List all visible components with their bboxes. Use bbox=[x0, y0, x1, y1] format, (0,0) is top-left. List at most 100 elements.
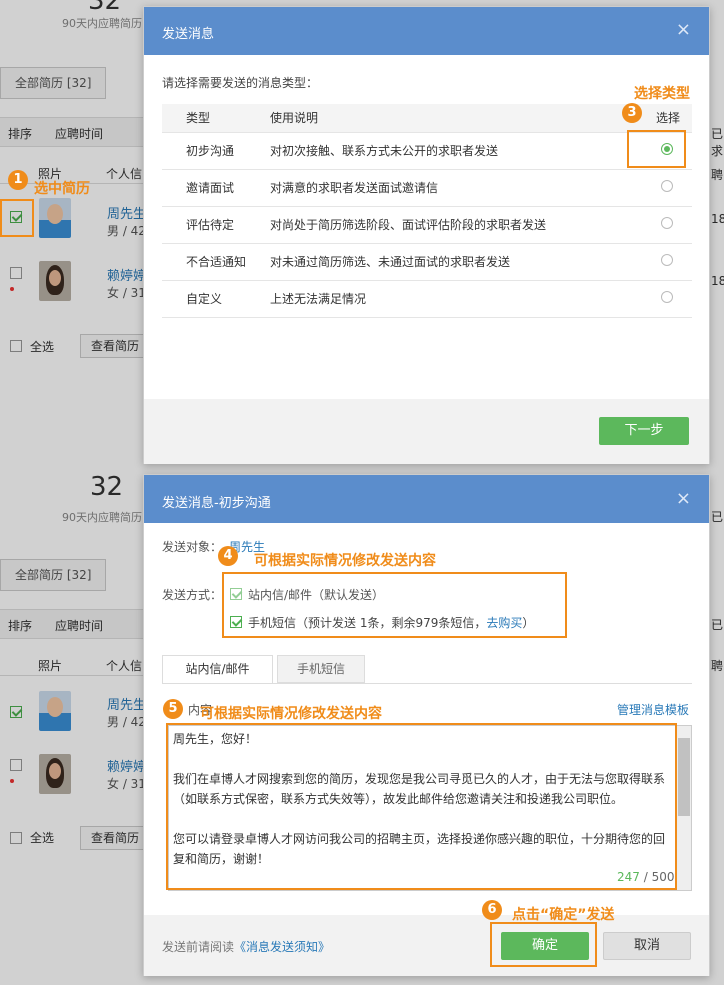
table-row[interactable]: 邀请面试 对满意的求职者发送面试邀请信 bbox=[162, 169, 692, 207]
radio-custom[interactable] bbox=[661, 291, 673, 303]
select-all-label: 全选 bbox=[30, 831, 55, 845]
close-icon[interactable]: × bbox=[676, 488, 691, 509]
avatar bbox=[39, 261, 71, 301]
table-row[interactable]: 评估待定 对尚处于简历筛选阶段、面试评估阶段的求职者发送 bbox=[162, 206, 692, 244]
tab-divider bbox=[162, 683, 692, 684]
next-step-button[interactable]: 下一步 bbox=[599, 417, 689, 445]
candidate-name[interactable]: 赖婷婷 bbox=[107, 265, 146, 284]
type-name: 邀请面试 bbox=[162, 169, 270, 207]
message-rules-link[interactable]: 《消息发送须知》 bbox=[234, 940, 330, 954]
scrollbar-thumb[interactable] bbox=[678, 738, 690, 816]
stat-value: 32 bbox=[90, 472, 124, 502]
apply-time-sort[interactable]: 应聘时间 bbox=[55, 617, 103, 634]
view-resume-button[interactable]: 查看简历 bbox=[80, 826, 151, 850]
modal-footer: 发送前请阅读《消息发送须知》 确定 取消 bbox=[144, 915, 709, 976]
right-edge-text: 18 bbox=[711, 212, 724, 226]
sort-label: 排序 bbox=[8, 619, 33, 633]
unread-dot bbox=[10, 287, 14, 291]
col-type: 类型 bbox=[162, 104, 270, 133]
stat-value: 32 bbox=[88, 0, 122, 16]
target-label: 发送对象： bbox=[162, 540, 223, 554]
right-edge-text: 聘 bbox=[711, 168, 724, 182]
resume-checkbox-1[interactable] bbox=[10, 706, 22, 718]
annotation-box-select-type bbox=[627, 130, 686, 168]
modal-footer: 下一步 bbox=[144, 399, 709, 464]
unread-dot bbox=[10, 779, 14, 783]
sort-bar: 排序 应聘时间 bbox=[0, 117, 145, 147]
table-row[interactable]: 不合适通知 对未通过简历筛选、未通过面试的求职者发送 bbox=[162, 243, 692, 281]
col-photo: 照片 bbox=[38, 659, 63, 673]
manage-templates-link[interactable]: 管理消息模板 bbox=[617, 701, 689, 718]
right-edge-text: 已求 bbox=[711, 127, 724, 158]
apply-time-sort[interactable]: 应聘时间 bbox=[55, 125, 103, 142]
modal-header: 发送消息 × bbox=[144, 7, 709, 55]
right-edge-text: 18 bbox=[711, 274, 724, 288]
radio-pending[interactable] bbox=[661, 217, 673, 229]
type-name: 初步沟通 bbox=[162, 132, 270, 170]
step-6-note: 点击“确定”发送 bbox=[512, 907, 615, 923]
col-info: 个人信 bbox=[106, 167, 143, 181]
right-edge-text: 已 bbox=[711, 618, 724, 632]
modal-title: 发送消息 bbox=[162, 27, 215, 42]
annotation-box-confirm bbox=[490, 922, 597, 967]
col-info: 个人信 bbox=[106, 659, 143, 673]
select-all-checkbox[interactable] bbox=[10, 340, 22, 352]
cancel-button[interactable]: 取消 bbox=[603, 932, 691, 960]
table-row[interactable]: 初步沟通 对初次接触、联系方式未公开的求职者发送 bbox=[162, 132, 692, 170]
candidate-meta: 男 / 42 bbox=[107, 715, 146, 729]
type-desc: 对满意的求职者发送面试邀请信 bbox=[270, 169, 630, 207]
tab-sms[interactable]: 手机短信 bbox=[277, 655, 365, 683]
select-all-checkbox[interactable] bbox=[10, 832, 22, 844]
send-message-modal: 发送消息 × 请选择需要发送的消息类型： 类型 使用说明 选择 初步沟通 对初次… bbox=[143, 6, 710, 464]
tab-all-resumes[interactable]: 全部简历 [32] bbox=[0, 67, 107, 99]
step-3-badge: 3 bbox=[622, 103, 642, 123]
footer-notice-prefix: 发送前请阅读 bbox=[162, 940, 235, 954]
avatar bbox=[39, 691, 71, 731]
type-desc: 对尚处于简历筛选阶段、面试评估阶段的求职者发送 bbox=[270, 206, 630, 244]
type-name: 自定义 bbox=[162, 280, 270, 318]
candidate-name[interactable]: 周先生 bbox=[107, 203, 146, 222]
table-header: 类型 使用说明 选择 bbox=[162, 104, 692, 133]
select-all-label: 全选 bbox=[30, 340, 55, 354]
step-5-note: 可根据实际情况修改发送内容 bbox=[200, 706, 382, 722]
candidate-meta: 男 / 42 bbox=[107, 224, 146, 238]
radio-interview-invite[interactable] bbox=[661, 180, 673, 192]
resume-checkbox-2[interactable] bbox=[10, 267, 22, 279]
step-1-badge: 1 bbox=[8, 170, 28, 190]
step-1-note: 选中简历 bbox=[34, 181, 90, 197]
type-desc: 上述无法满足情况 bbox=[270, 280, 630, 318]
method-label: 发送方式： bbox=[162, 588, 223, 602]
type-name: 不合适通知 bbox=[162, 243, 270, 281]
col-desc: 使用说明 bbox=[270, 104, 630, 133]
view-resume-button[interactable]: 查看简历 bbox=[80, 334, 151, 358]
candidate-meta: 女 / 31 bbox=[107, 286, 146, 300]
modal-title: 发送消息-初步沟通 bbox=[162, 496, 271, 511]
tab-all-resumes[interactable]: 全部简历 [32] bbox=[0, 559, 107, 591]
modal-header: 发送消息-初步沟通 × bbox=[144, 475, 709, 523]
tab-internal-mail[interactable]: 站内信/邮件 bbox=[162, 655, 273, 684]
close-icon[interactable]: × bbox=[676, 19, 691, 40]
stat-label: 90天内应聘简历 bbox=[62, 17, 142, 30]
annotation-box-send-method bbox=[222, 572, 567, 638]
footer-notice: 发送前请阅读《消息发送须知》 bbox=[162, 938, 330, 955]
candidate-name[interactable]: 周先生 bbox=[107, 694, 146, 713]
candidate-name[interactable]: 赖婷婷 bbox=[107, 756, 146, 775]
table-row[interactable]: 自定义 上述无法满足情况 bbox=[162, 280, 692, 318]
stat-label: 90天内应聘简历 bbox=[62, 511, 142, 524]
scrollbar[interactable] bbox=[677, 726, 691, 890]
type-prompt: 请选择需要发送的消息类型： bbox=[162, 76, 319, 90]
step-4-badge: 4 bbox=[218, 546, 238, 566]
avatar bbox=[39, 754, 71, 794]
resume-checkbox-2[interactable] bbox=[10, 759, 22, 771]
right-edge-text: 已 bbox=[711, 510, 724, 524]
step-3-note: 选择类型 bbox=[634, 86, 690, 102]
step-4-note: 可根据实际情况修改发送内容 bbox=[254, 553, 436, 569]
radio-rejection[interactable] bbox=[661, 254, 673, 266]
avatar bbox=[39, 198, 71, 238]
list-header: 照片 个人信 bbox=[0, 652, 145, 676]
type-desc: 对初次接触、联系方式未公开的求职者发送 bbox=[270, 132, 630, 170]
annotation-box-select-resume bbox=[0, 199, 34, 237]
right-edge-text: 聘 bbox=[711, 659, 724, 673]
step-6-badge: 6 bbox=[482, 900, 502, 920]
sort-bar: 排序 应聘时间 bbox=[0, 609, 145, 639]
